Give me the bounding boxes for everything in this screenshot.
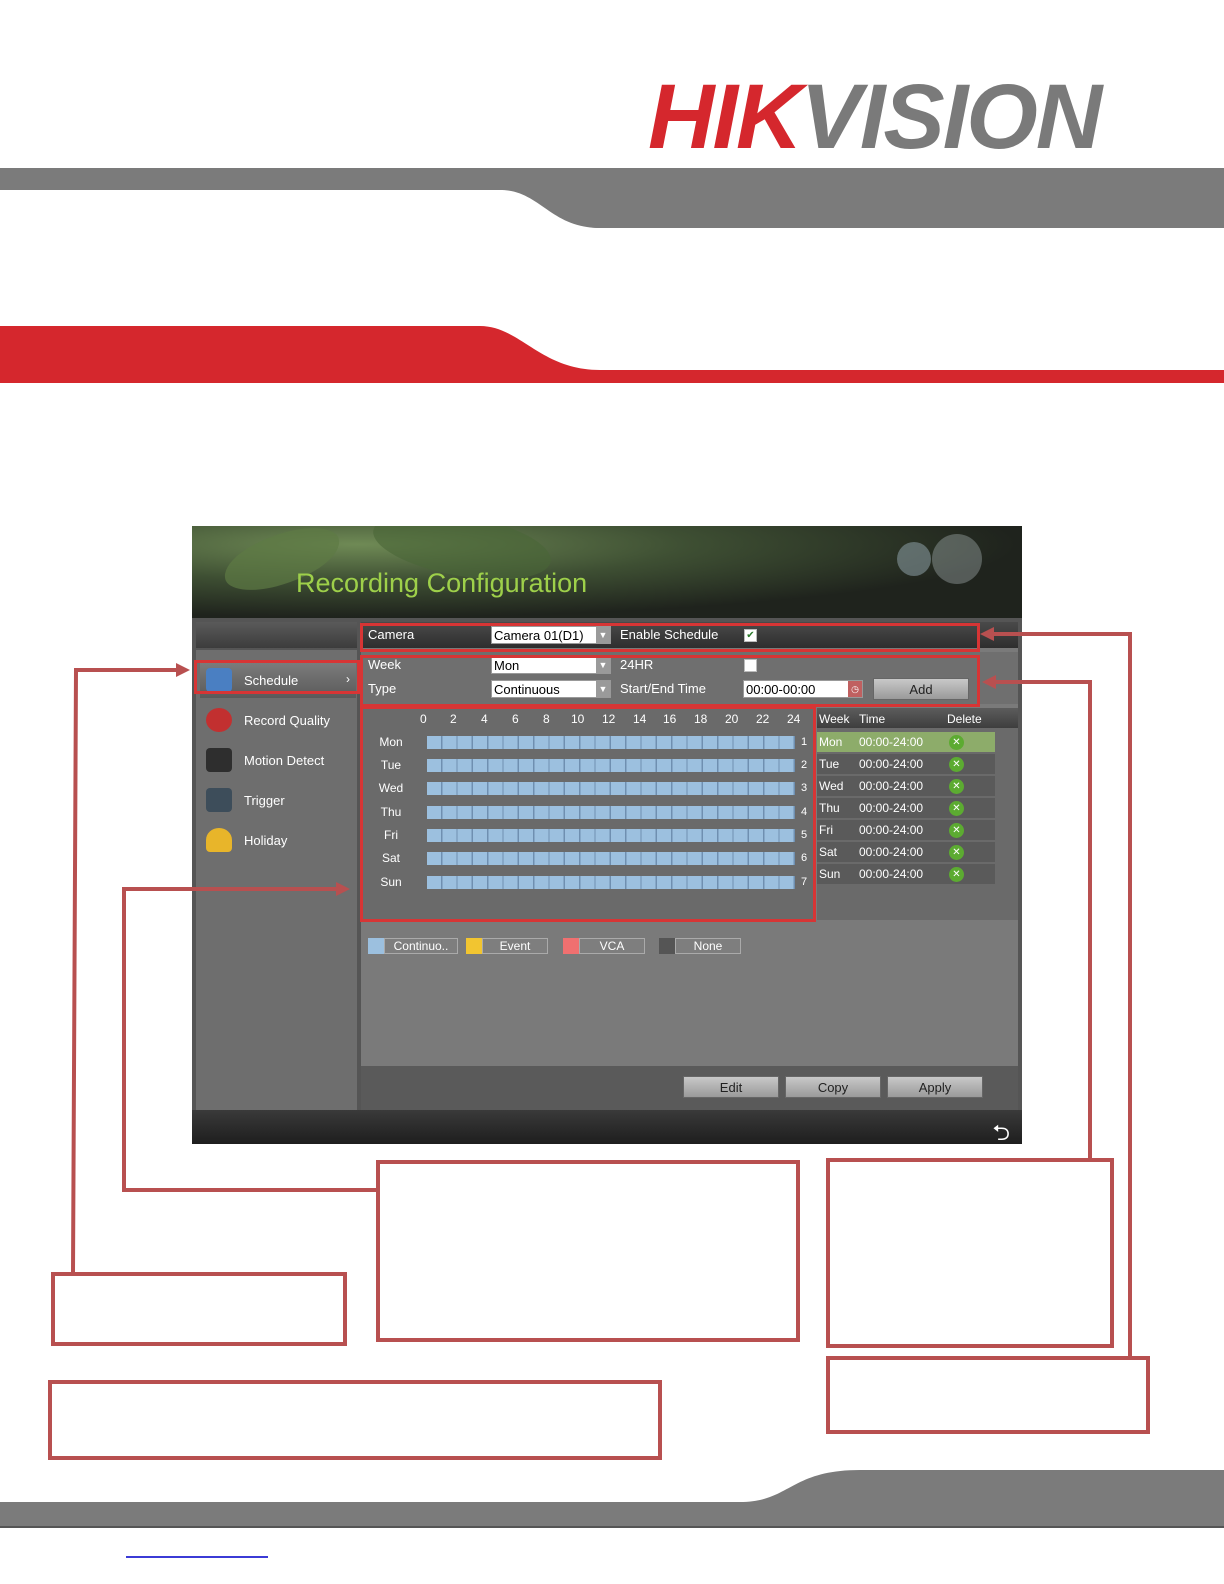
callout-box-grid (376, 1160, 800, 1342)
callout-box-camera (826, 1356, 1150, 1434)
footer-link[interactable] (126, 1556, 268, 1558)
callout-box-week-type (826, 1158, 1114, 1348)
callout-box-schedule (51, 1272, 347, 1346)
callout-box-note (48, 1380, 662, 1460)
